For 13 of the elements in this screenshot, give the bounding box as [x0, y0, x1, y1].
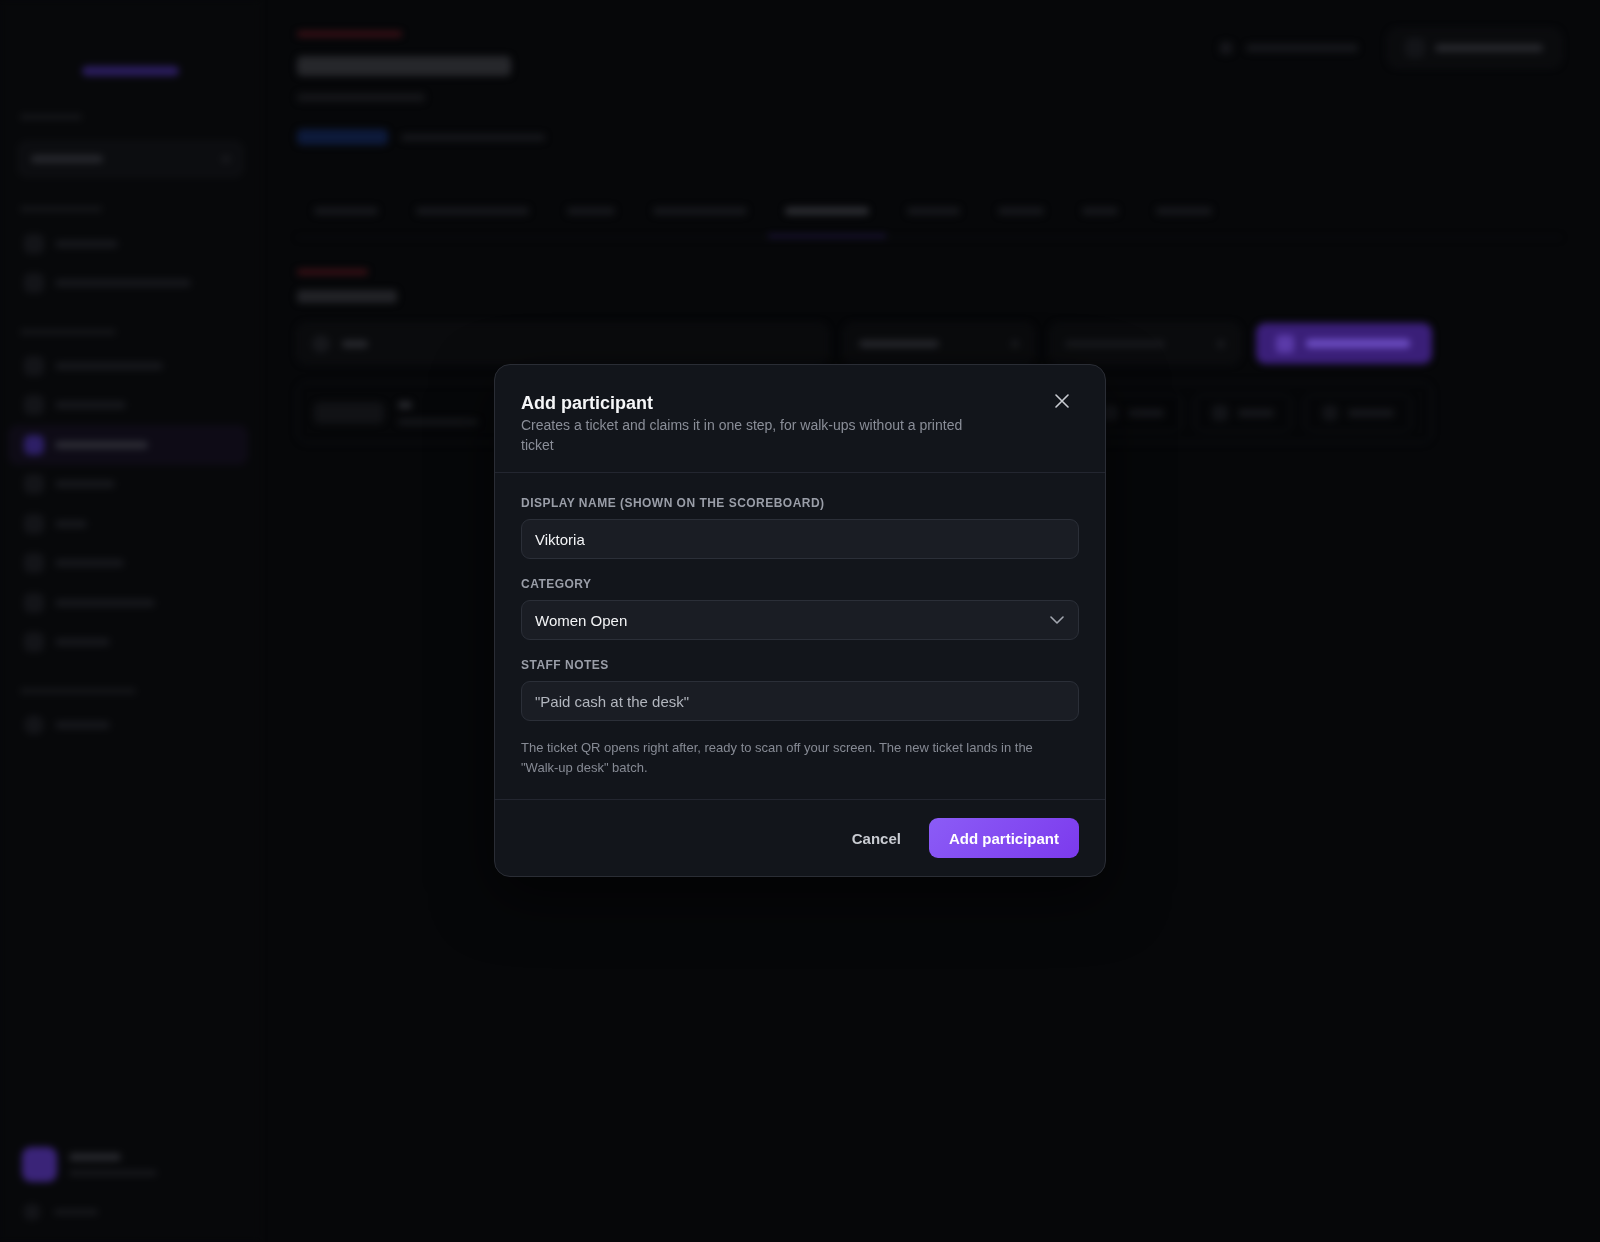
text-field[interactable]: Viktoria [521, 519, 1079, 559]
field-label: CATEGORY [521, 576, 593, 592]
field-label: STAFF NOTES [521, 657, 610, 673]
dialog-subtitle: Creates a ticket and claims it in one step, for walk-ups without a printed ticket [521, 416, 964, 455]
text-field[interactable]: "Paid cash at the desk" [521, 681, 1079, 721]
help-text: The ticket QR opens right after, ready to scan off your screen. The new ticket lands in the "Walk-up desk" batch. [521, 739, 1034, 777]
field-label: DISPLAY NAME (SHOWN ON THE SCOREBOARD) [521, 495, 826, 511]
text-button[interactable]: Cancel [835, 818, 917, 858]
chevron-down-icon [1050, 616, 1064, 624]
dropdown-field[interactable]: Women Open [521, 600, 1079, 640]
primary-button[interactable]: Add participant [929, 818, 1079, 858]
dialog-title: Add participant [521, 392, 654, 415]
close-icon [1055, 394, 1069, 408]
